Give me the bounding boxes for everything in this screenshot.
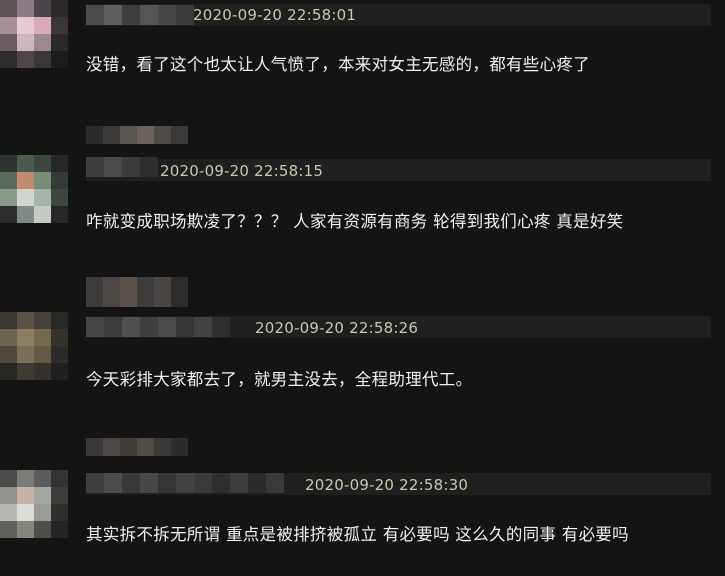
comment-item: 2020-09-20 22:58:15 咋就变成职场欺凌了？？？ 人家有资源有商… [0,155,725,310]
comment-item: 2020-09-20 22:58:01 没错，看了这个也太让人气愤了，本来对女主… [0,0,725,150]
avatar[interactable] [0,155,68,223]
reply-username [86,126,188,144]
comment-timestamp: 2020-09-20 22:58:26 [255,319,419,337]
username[interactable] [86,5,194,25]
avatar[interactable] [0,312,68,380]
comment-timestamp: 2020-09-20 22:58:01 [193,6,357,24]
comment-text: 今天彩排大家都去了，就男主没去，全程助理代工。 [86,370,473,389]
username[interactable] [86,473,284,493]
username[interactable] [86,317,230,337]
comment-timestamp: 2020-09-20 22:58:15 [160,162,324,180]
comment-timestamp: 2020-09-20 22:58:30 [305,476,469,494]
reply-username [86,277,188,307]
avatar[interactable] [0,0,68,68]
comment-item: 2020-09-20 22:58:30 其实拆不拆无所谓 重点是被排挤被孤立 有… [0,470,725,576]
comment-text: 其实拆不拆无所谓 重点是被排挤被孤立 有必要吗 这么久的同事 有必要吗 [86,525,629,544]
comment-item: 2020-09-20 22:58:26 今天彩排大家都去了，就男主没去，全程助理… [0,312,725,467]
comment-text: 没错，看了这个也太让人气愤了，本来对女主无感的，都有些心疼了 [86,55,590,74]
comment-text: 咋就变成职场欺凌了？？？ 人家有资源有商务 轮得到我们心疼 真是好笑 [86,212,624,231]
avatar[interactable] [0,470,68,538]
username[interactable] [86,157,158,177]
reply-username [86,438,188,456]
